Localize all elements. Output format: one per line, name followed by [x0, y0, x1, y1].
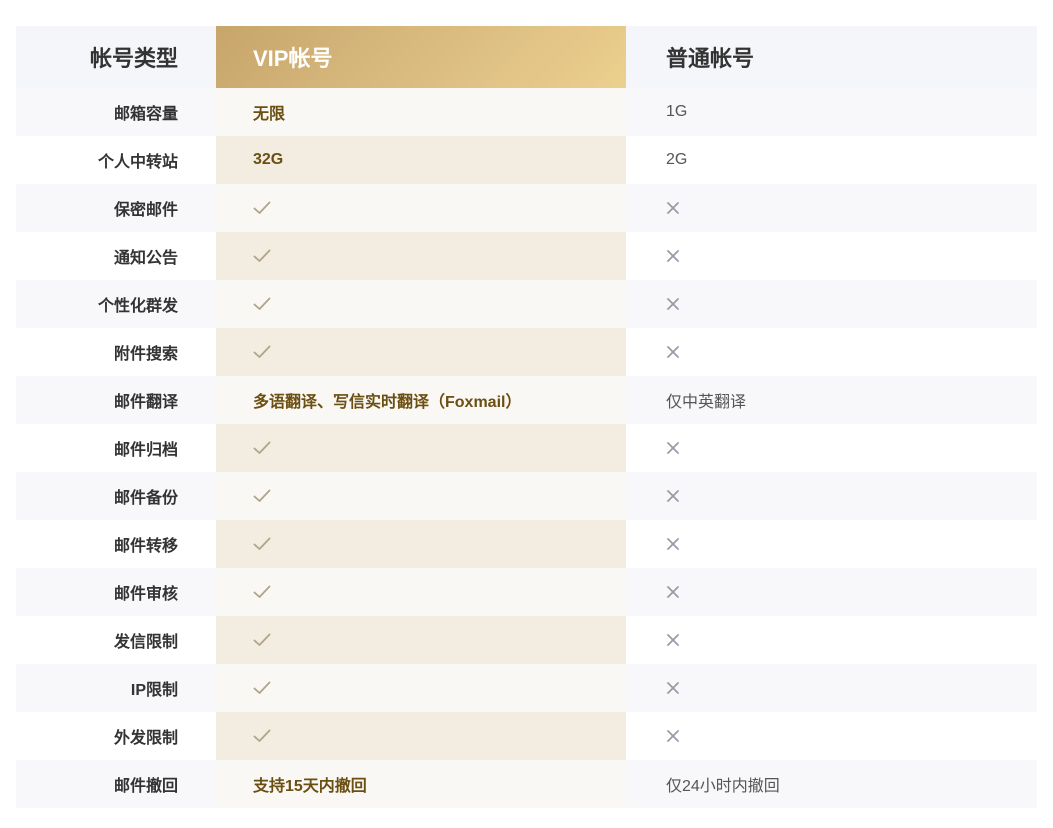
vip-value — [216, 472, 626, 520]
normal-value — [626, 424, 1037, 472]
normal-value: 2G — [626, 136, 1037, 184]
feature-label: 通知公告 — [16, 232, 216, 280]
table-header: 帐号类型 VIP帐号 普通帐号 — [16, 26, 1037, 88]
normal-value — [626, 568, 1037, 616]
feature-label: 邮件归档 — [16, 424, 216, 472]
check-icon — [253, 537, 271, 551]
vip-value: 无限 — [216, 88, 626, 136]
feature-label: 邮件审核 — [16, 568, 216, 616]
vip-value: 支持15天内撤回 — [216, 760, 626, 808]
cross-icon — [666, 441, 680, 455]
vip-value — [216, 184, 626, 232]
table-row: 邮件撤回 支持15天内撤回 仅24小时内撤回 — [16, 760, 1037, 808]
normal-value — [626, 184, 1037, 232]
normal-value — [626, 328, 1037, 376]
check-icon — [253, 681, 271, 695]
account-comparison-table: 帐号类型 VIP帐号 普通帐号 邮箱容量 无限 1G 个人中转站 32G 2G 保密邮件 通知… — [16, 26, 1037, 808]
check-icon — [253, 297, 271, 311]
vip-value — [216, 328, 626, 376]
feature-label: 个人中转站 — [16, 136, 216, 184]
check-icon — [253, 729, 271, 743]
feature-label: 邮件转移 — [16, 520, 216, 568]
table-row: 附件搜索 — [16, 328, 1037, 376]
feature-label: 个性化群发 — [16, 280, 216, 328]
vip-value: 32G — [216, 136, 626, 184]
normal-value — [626, 712, 1037, 760]
table-row: 邮件审核 — [16, 568, 1037, 616]
vip-value — [216, 232, 626, 280]
table-row: 邮件归档 — [16, 424, 1037, 472]
vip-value — [216, 616, 626, 664]
normal-value — [626, 280, 1037, 328]
table-row: 外发限制 — [16, 712, 1037, 760]
header-account-type: 帐号类型 — [16, 26, 216, 88]
check-icon — [253, 201, 271, 215]
vip-value — [216, 424, 626, 472]
check-icon — [253, 249, 271, 263]
normal-value — [626, 664, 1037, 712]
feature-label: 附件搜索 — [16, 328, 216, 376]
table-row: 保密邮件 — [16, 184, 1037, 232]
normal-value — [626, 520, 1037, 568]
feature-label: 邮件备份 — [16, 472, 216, 520]
table-row: 个人中转站 32G 2G — [16, 136, 1037, 184]
feature-label: 邮件撤回 — [16, 760, 216, 808]
table-row: 通知公告 — [16, 232, 1037, 280]
check-icon — [253, 489, 271, 503]
normal-value — [626, 472, 1037, 520]
vip-value — [216, 664, 626, 712]
table-row: 个性化群发 — [16, 280, 1037, 328]
cross-icon — [666, 729, 680, 743]
vip-value — [216, 520, 626, 568]
normal-value — [626, 232, 1037, 280]
check-icon — [253, 441, 271, 455]
vip-value — [216, 568, 626, 616]
table-row: 邮箱容量 无限 1G — [16, 88, 1037, 136]
feature-label: 邮箱容量 — [16, 88, 216, 136]
check-icon — [253, 345, 271, 359]
normal-value: 1G — [626, 88, 1037, 136]
feature-label: 邮件翻译 — [16, 376, 216, 424]
normal-value: 仅中英翻译 — [626, 376, 1037, 424]
feature-label: 外发限制 — [16, 712, 216, 760]
vip-value — [216, 280, 626, 328]
check-icon — [253, 585, 271, 599]
cross-icon — [666, 345, 680, 359]
vip-value — [216, 712, 626, 760]
feature-label: 保密邮件 — [16, 184, 216, 232]
normal-value: 仅24小时内撤回 — [626, 760, 1037, 808]
check-icon — [253, 633, 271, 647]
table-row: 发信限制 — [16, 616, 1037, 664]
cross-icon — [666, 297, 680, 311]
vip-value: 多语翻译、写信实时翻译（Foxmail） — [216, 376, 626, 424]
cross-icon — [666, 537, 680, 551]
cross-icon — [666, 249, 680, 263]
feature-label: 发信限制 — [16, 616, 216, 664]
cross-icon — [666, 489, 680, 503]
cross-icon — [666, 681, 680, 695]
table-row: 邮件转移 — [16, 520, 1037, 568]
normal-value — [626, 616, 1037, 664]
header-normal-account: 普通帐号 — [626, 26, 1037, 88]
table-row: IP限制 — [16, 664, 1037, 712]
table-row: 邮件备份 — [16, 472, 1037, 520]
cross-icon — [666, 585, 680, 599]
cross-icon — [666, 201, 680, 215]
feature-label: IP限制 — [16, 664, 216, 712]
table-row: 邮件翻译 多语翻译、写信实时翻译（Foxmail） 仅中英翻译 — [16, 376, 1037, 424]
header-vip-account: VIP帐号 — [216, 26, 626, 88]
cross-icon — [666, 633, 680, 647]
